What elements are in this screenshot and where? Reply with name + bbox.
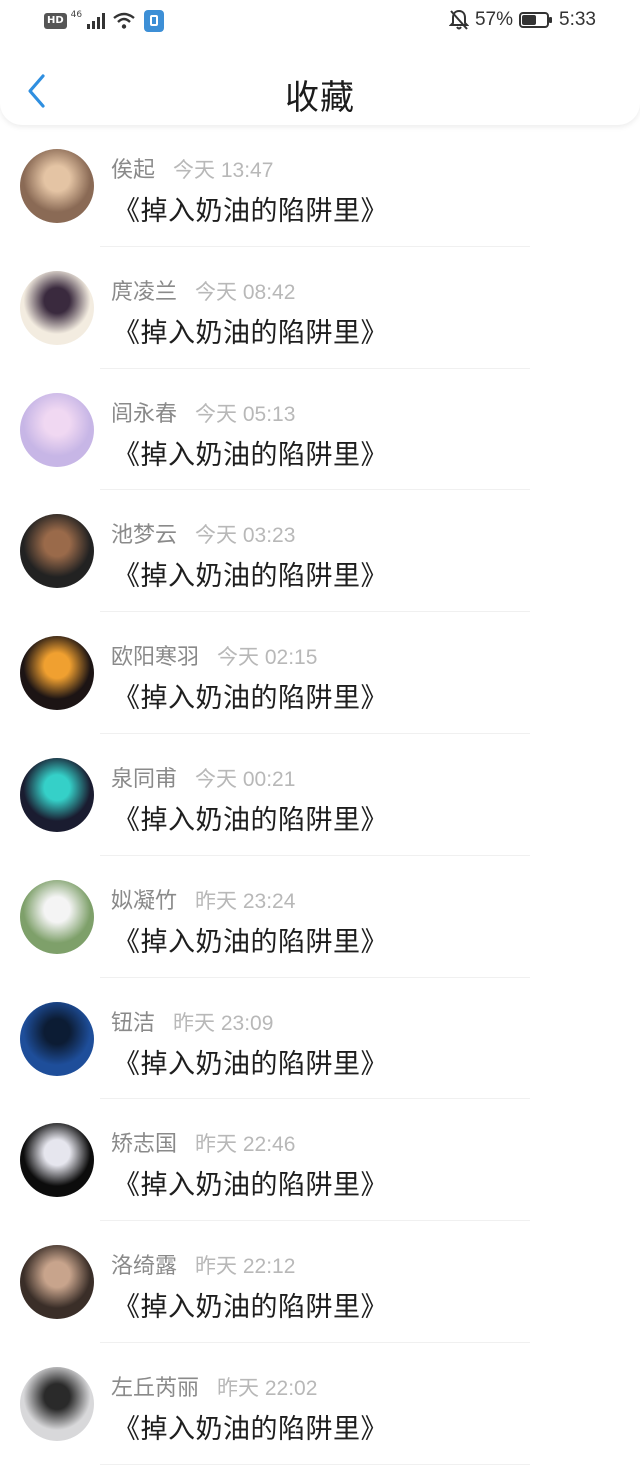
item-meta: 钮洁 昨天 23:09 [111, 1005, 273, 1037]
avatar[interactable] [20, 1245, 94, 1320]
list-item[interactable]: 洛绮露 昨天 22:12 《掉入奶油的陷阱里》 [0, 1221, 640, 1343]
timestamp: 今天 13:47 [173, 159, 274, 182]
user-name: 钮洁 [111, 1010, 156, 1036]
book-title: 《掉入奶油的陷阱里》 [113, 1048, 388, 1080]
mute-bell-icon [448, 9, 469, 30]
battery-icon [519, 12, 553, 28]
timestamp: 今天 05:13 [195, 402, 296, 426]
item-meta: 矫志国 昨天 22:46 [111, 1126, 295, 1158]
book-title: 《掉入奶油的陷阱里》 [113, 561, 388, 593]
list-item[interactable]: 钮洁 昨天 23:09 《掉入奶油的陷阱里》 [0, 978, 640, 1100]
timestamp: 昨天 23:09 [173, 1011, 274, 1035]
book-title: 《掉入奶油的陷阱里》 [113, 196, 388, 227]
user-name: 洛绮露 [111, 1254, 178, 1280]
favorites-list: 俟起 今天 13:47 《掉入奶油的陷阱里》 庹凌兰 今天 08:42 《掉入奶油的陷阱里… [0, 125, 640, 1465]
status-right: 57% 5:33 [448, 9, 596, 31]
book-title: 《掉入奶油的陷阱里》 [113, 926, 388, 958]
user-name: 姒凝竹 [111, 888, 178, 914]
book-title: 《掉入奶油的陷阱里》 [113, 804, 388, 836]
user-name: 矫志国 [111, 1132, 178, 1158]
book-title: 《掉入奶油的陷阱里》 [113, 1170, 388, 1202]
user-name: 庹凌兰 [111, 279, 178, 305]
list-item[interactable]: 闾永春 今天 05:13 《掉入奶油的陷阱里》 [0, 369, 640, 491]
book-title: 《掉入奶油的陷阱里》 [113, 317, 388, 349]
wifi-icon [113, 12, 135, 29]
avatar[interactable] [20, 879, 94, 954]
avatar[interactable] [20, 636, 94, 711]
page-title: 收藏 [285, 78, 355, 118]
timestamp: 昨天 22:02 [217, 1376, 318, 1400]
book-title: 《掉入奶油的陷阱里》 [113, 683, 388, 715]
list-item[interactable]: 欧阳寒羽 今天 02:15 《掉入奶油的陷阱里》 [0, 612, 640, 734]
status-bar: HD 46 57% 5:33 [0, 0, 640, 44]
user-name: 闾永春 [111, 401, 178, 427]
timestamp: 今天 03:23 [195, 524, 296, 548]
item-meta: 姒凝竹 昨天 23:24 [111, 883, 295, 915]
timestamp: 今天 08:42 [195, 280, 296, 304]
avatar[interactable] [20, 270, 94, 345]
sim-card-icon [144, 10, 165, 32]
signal-icon [87, 13, 106, 29]
timestamp: 昨天 22:46 [195, 1133, 296, 1157]
avatar[interactable] [20, 514, 94, 589]
list-item[interactable]: 姒凝竹 昨天 23:24 《掉入奶油的陷阱里》 [0, 856, 640, 978]
item-meta: 闾永春 今天 05:13 [111, 396, 295, 428]
user-name: 左丘芮丽 [111, 1375, 200, 1401]
hd-icon: HD [44, 13, 67, 29]
list-item[interactable]: 泉同甫 今天 00:21 《掉入奶油的陷阱里》 [0, 734, 640, 856]
item-meta: 池梦云 今天 03:23 [111, 517, 295, 549]
timestamp: 今天 02:15 [217, 646, 318, 670]
avatar[interactable] [20, 149, 94, 223]
battery-level [522, 15, 537, 25]
item-meta: 俟起 今天 13:47 [111, 152, 273, 184]
item-meta: 洛绮露 昨天 22:12 [111, 1248, 295, 1280]
timestamp: 昨天 23:24 [195, 889, 296, 913]
user-name: 俟起 [111, 158, 156, 183]
book-title: 《掉入奶油的陷阱里》 [113, 1413, 388, 1445]
list-item[interactable]: 俟起 今天 13:47 《掉入奶油的陷阱里》 [0, 125, 640, 247]
book-title: 《掉入奶油的陷阱里》 [113, 439, 388, 471]
list-item[interactable]: 池梦云 今天 03:23 《掉入奶油的陷阱里》 [0, 490, 640, 613]
timestamp: 昨天 22:12 [195, 1255, 296, 1279]
item-meta: 欧阳寒羽 今天 02:15 [111, 639, 317, 671]
list-item[interactable]: 矫志国 昨天 22:46 《掉入奶油的陷阱里》 [0, 1099, 640, 1222]
book-title: 《掉入奶油的陷阱里》 [113, 1292, 388, 1324]
avatar[interactable] [20, 1123, 94, 1198]
item-meta: 左丘芮丽 昨天 22:02 [111, 1370, 317, 1402]
user-name: 泉同甫 [111, 766, 178, 792]
avatar[interactable] [20, 1001, 94, 1076]
clock: 5:33 [559, 9, 596, 30]
network-type-label: 46 [70, 10, 83, 20]
avatar[interactable] [20, 757, 94, 832]
list-item[interactable]: 庹凌兰 今天 08:42 《掉入奶油的陷阱里》 [0, 247, 640, 369]
item-meta: 泉同甫 今天 00:21 [111, 761, 295, 793]
avatar[interactable] [20, 1366, 94, 1441]
app-header: HD 46 57% 5:33 收藏 [0, 0, 640, 125]
battery-percent: 57% [474, 9, 514, 30]
user-name: 欧阳寒羽 [111, 645, 200, 671]
status-left: HD 46 [44, 10, 165, 32]
item-meta: 庹凌兰 今天 08:42 [111, 274, 295, 306]
list-item[interactable]: 左丘芮丽 昨天 22:02 《掉入奶油的陷阱里》 [0, 1343, 640, 1465]
timestamp: 今天 00:21 [195, 767, 296, 791]
user-name: 池梦云 [111, 523, 178, 549]
avatar[interactable] [20, 392, 94, 467]
